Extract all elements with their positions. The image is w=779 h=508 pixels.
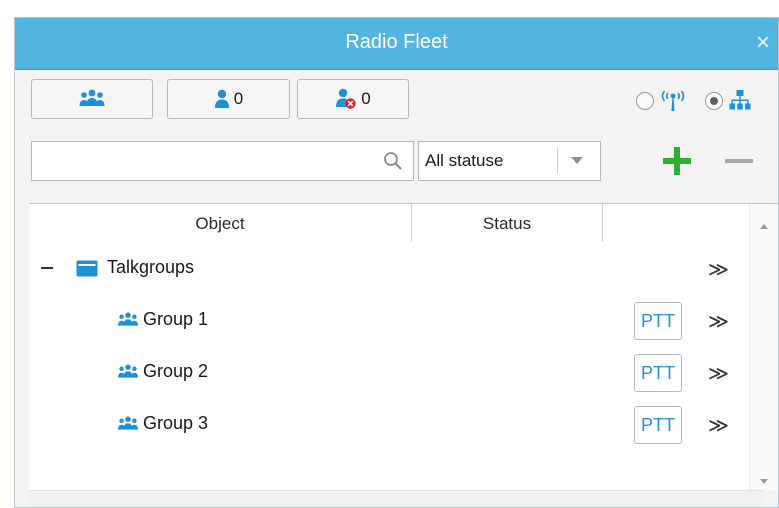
grid-header: Object Status: [29, 204, 749, 242]
tree-row[interactable]: Group 2 PTT ≫: [29, 346, 749, 398]
radio-fleet-window: Radio Fleet × 0 0 All statuse Object Sta…: [14, 17, 779, 508]
ptt-button[interactable]: PTT: [634, 354, 682, 392]
chevron-down-icon: [571, 157, 583, 164]
group-label: Group 1: [143, 309, 209, 329]
user-icon: [214, 89, 229, 108]
radios-filter-button[interactable]: 0: [167, 79, 290, 119]
add-button[interactable]: [661, 145, 693, 177]
user-offline-icon: [336, 88, 356, 109]
offline-radios-count: 0: [361, 89, 371, 108]
radios-count: 0: [233, 89, 244, 108]
dropdown-separator: [557, 148, 558, 174]
network-view-radio[interactable]: [705, 92, 723, 110]
column-header-status[interactable]: Status: [412, 204, 603, 242]
radio-view-radio[interactable]: [636, 92, 654, 110]
tree-row[interactable]: Group 3 PTT ≫: [29, 398, 749, 450]
remove-button[interactable]: [723, 145, 755, 177]
collapse-icon[interactable]: [41, 267, 53, 269]
column-header-actions[interactable]: [603, 204, 749, 242]
window-title: Radio Fleet: [345, 31, 448, 53]
expand-button[interactable]: ≫: [708, 361, 729, 386]
expand-button[interactable]: ≫: [708, 257, 729, 282]
scroll-down-icon[interactable]: [760, 479, 768, 484]
title-bar: Radio Fleet ×: [15, 18, 778, 70]
search-input[interactable]: [38, 148, 368, 174]
group-icon: [79, 89, 105, 106]
group-icon: [118, 416, 138, 430]
radio-signal-icon: [661, 90, 685, 111]
plus-icon: [663, 147, 691, 175]
column-header-object[interactable]: Object: [29, 204, 412, 242]
tree-folder-row[interactable]: Talkgroups ≫: [29, 242, 749, 294]
status-filter-value: All statuse: [425, 151, 504, 170]
folder-icon: [76, 260, 98, 277]
folder-label: Talkgroups: [107, 257, 195, 277]
ptt-button[interactable]: PTT: [634, 302, 682, 340]
minus-icon: [725, 159, 753, 163]
group-label: Group 2: [143, 361, 209, 381]
expand-button[interactable]: ≫: [708, 413, 729, 438]
expand-button[interactable]: ≫: [708, 309, 729, 334]
status-filter-dropdown[interactable]: All statuse: [418, 141, 601, 181]
offline-radios-filter-button[interactable]: 0: [297, 79, 409, 119]
search-icon: [384, 152, 402, 170]
talkgroups-filter-button[interactable]: [31, 79, 153, 119]
group-icon: [118, 364, 138, 378]
group-label: Group 3: [143, 413, 209, 433]
vertical-scrollbar[interactable]: [749, 204, 778, 491]
network-tree-icon: [729, 90, 751, 110]
object-grid: Object Status Talkgroups ≫ Group 1 PTT ≫…: [29, 203, 778, 491]
horizontal-scrollbar[interactable]: [29, 490, 764, 507]
close-button[interactable]: ×: [748, 27, 778, 59]
search-field[interactable]: [31, 141, 414, 181]
ptt-button[interactable]: PTT: [634, 406, 682, 444]
scroll-up-icon[interactable]: [760, 224, 768, 229]
group-icon: [118, 312, 138, 326]
tree-row[interactable]: Group 1 PTT ≫: [29, 294, 749, 346]
